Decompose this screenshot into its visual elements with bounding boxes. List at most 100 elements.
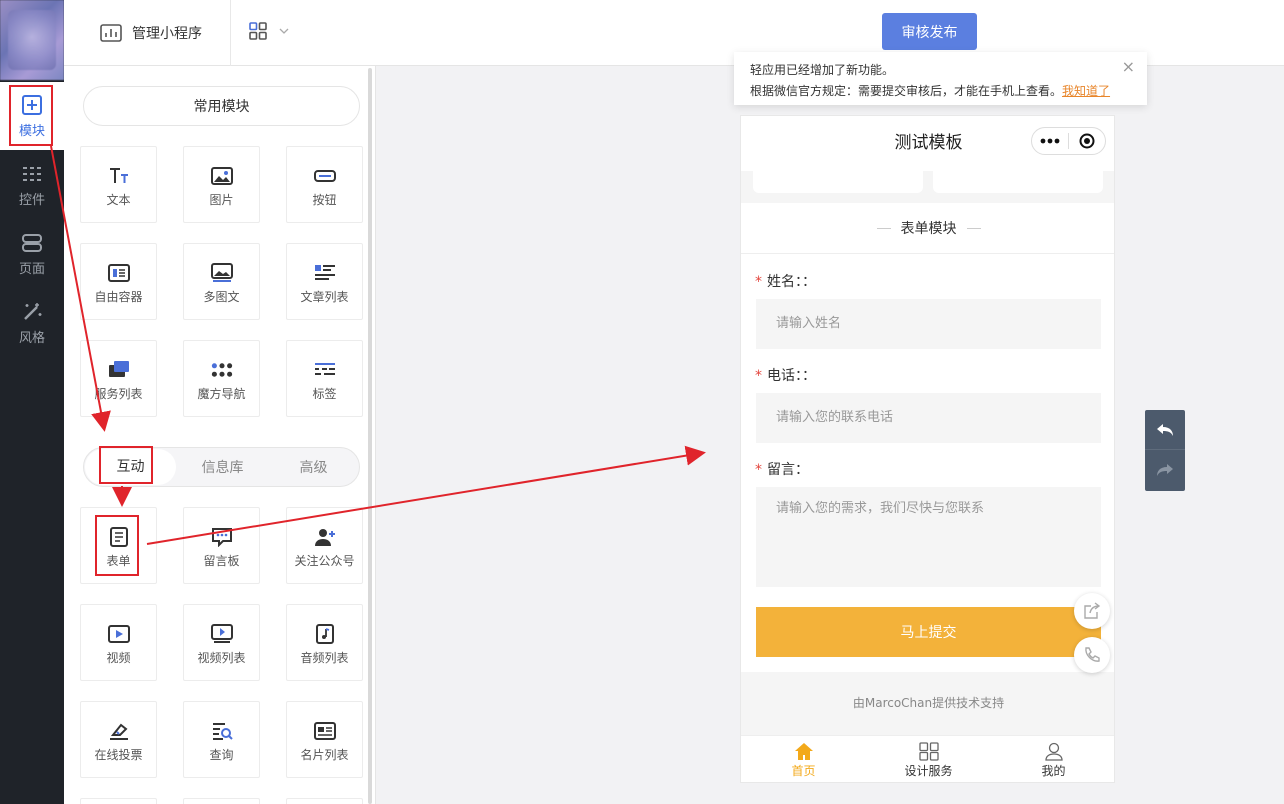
module-card-partial[interactable]	[80, 798, 157, 804]
module-label: 按钮	[312, 193, 337, 207]
call-button[interactable]	[1074, 637, 1110, 673]
tech-support-footer: 由MarcoChan提供技术支持	[741, 672, 1114, 735]
module-video[interactable]: 视频	[80, 604, 157, 681]
module-label: 服务列表	[94, 387, 143, 401]
magic-wand-icon	[24, 303, 42, 320]
module-label: 魔方导航	[197, 387, 246, 401]
module-text[interactable]: 文本	[80, 146, 157, 223]
manage-app-link[interactable]: 管理小程序	[100, 22, 202, 44]
module-message-board[interactable]: 留言板	[183, 507, 260, 584]
chevron-down-icon	[279, 28, 289, 34]
required-mark: *	[755, 368, 762, 384]
module-article-list[interactable]: 文章列表	[286, 243, 363, 320]
module-audio-list[interactable]: 音频列表	[286, 604, 363, 681]
audio-list-icon	[315, 624, 334, 644]
module-multi-image[interactable]: 多图文	[183, 243, 260, 320]
field-label-text: 姓名：：	[767, 274, 816, 290]
close-icon[interactable]: ×	[1122, 56, 1135, 77]
module-label: 多图文	[203, 290, 240, 304]
required-mark: *	[755, 462, 762, 478]
field-label-message: * 留言：	[755, 459, 809, 479]
phone-input[interactable]: 请输入您的联系电话	[756, 393, 1101, 443]
vote-icon	[109, 723, 128, 740]
tab-advanced[interactable]: 高级	[268, 457, 359, 477]
cube-nav-icon	[211, 363, 232, 377]
module-palette: 常用模块 文本 图片 按钮 自由容器 多图文 文章列表 服务列表 魔方导航 标签…	[64, 66, 376, 804]
acknowledge-link[interactable]: 我知道了	[1062, 84, 1110, 98]
share-button[interactable]	[1074, 593, 1110, 629]
message-textarea[interactable]: 请输入您的需求，我们尽快与您联系	[756, 487, 1101, 587]
annotation-box-module	[9, 85, 53, 146]
name-input[interactable]: 请输入姓名	[756, 299, 1101, 349]
required-mark: *	[755, 274, 762, 290]
field-label-phone: * 电话：：	[755, 365, 816, 385]
card-list-icon	[313, 722, 336, 740]
close-target-icon[interactable]	[1069, 133, 1105, 149]
publish-button[interactable]: 审核发布	[882, 13, 977, 50]
module-card-partial[interactable]	[286, 798, 363, 804]
module-label: 文本	[106, 193, 131, 207]
module-label: 留言板	[203, 554, 240, 568]
field-label-name: * 姓名：：	[755, 271, 816, 291]
module-video-list[interactable]: 视频列表	[183, 604, 260, 681]
module-card-list[interactable]: 名片列表	[286, 701, 363, 778]
module-container[interactable]: 自由容器	[80, 243, 157, 320]
notice-line-2: 根据微信官方规定：需要提交审核后，才能在手机上查看。	[750, 84, 1063, 98]
service-list-icon	[108, 361, 129, 377]
module-label: 音频列表	[300, 651, 349, 665]
submit-button[interactable]: 马上提交	[756, 607, 1101, 657]
notice-popup: 轻应用已经增加了新功能。 根据微信官方规定：需要提交审核后，才能在手机上查看。我…	[734, 52, 1147, 105]
module-label: 查询	[209, 748, 234, 762]
module-label: 名片列表	[300, 748, 349, 762]
button-icon	[313, 170, 336, 182]
app-switcher-dropdown[interactable]	[249, 22, 289, 40]
module-label: 文章列表	[300, 290, 349, 304]
more-icon[interactable]	[1032, 138, 1068, 144]
app-avatar[interactable]	[0, 0, 64, 80]
nav-item-label: 页面	[18, 262, 45, 277]
video-icon	[107, 625, 130, 643]
message-board-icon	[211, 528, 232, 547]
undo-redo-panel	[1145, 410, 1185, 491]
module-button[interactable]: 按钮	[286, 146, 363, 223]
tab-info-library[interactable]: 信息库	[177, 457, 268, 477]
home-icon	[794, 743, 813, 760]
module-query[interactable]: 查询	[183, 701, 260, 778]
grid-icon	[918, 742, 939, 761]
tag-icon	[314, 363, 335, 375]
article-list-icon	[314, 265, 335, 280]
module-card-partial[interactable]	[183, 798, 260, 804]
annotation-box-form	[95, 515, 139, 576]
undo-button[interactable]	[1145, 410, 1185, 450]
follow-icon	[314, 529, 335, 546]
module-cube-nav[interactable]: 魔方导航	[183, 340, 260, 417]
user-icon	[1044, 742, 1063, 761]
section-title-text: 表单模块	[900, 221, 957, 237]
multi-image-icon	[210, 263, 233, 282]
common-modules-title: 常用模块	[83, 86, 360, 126]
module-follow-account[interactable]: 关注公众号	[286, 507, 363, 584]
divider	[230, 0, 231, 66]
tabbar-item-home[interactable]: 首页	[741, 736, 866, 782]
form-section-title: 表单模块	[741, 203, 1114, 254]
miniprogram-capsule[interactable]	[1031, 127, 1106, 155]
tabbar-label: 设计服务	[904, 764, 953, 778]
video-list-icon	[210, 624, 233, 643]
module-image[interactable]: 图片	[183, 146, 260, 223]
field-label-text: 电话：：	[767, 368, 816, 384]
nav-item-style[interactable]: 风格	[0, 289, 64, 357]
module-service-list[interactable]: 服务列表	[80, 340, 157, 417]
module-label: 在线投票	[94, 748, 143, 762]
notice-line-1: 轻应用已经增加了新功能。	[750, 63, 895, 77]
module-tag[interactable]: 标签	[286, 340, 363, 417]
tabbar-item-design[interactable]: 设计服务	[866, 736, 991, 782]
nav-item-control[interactable]: 控件	[0, 151, 64, 219]
tabbar-label: 首页	[791, 764, 816, 778]
module-online-vote[interactable]: 在线投票	[80, 701, 157, 778]
tabbar-item-mine[interactable]: 我的	[991, 736, 1114, 782]
previous-module-strip	[741, 171, 1114, 203]
nav-item-page[interactable]: 页面	[0, 220, 64, 288]
text-icon	[109, 168, 128, 183]
redo-button[interactable]	[1145, 450, 1185, 490]
palette-scrollbar[interactable]	[368, 68, 372, 804]
